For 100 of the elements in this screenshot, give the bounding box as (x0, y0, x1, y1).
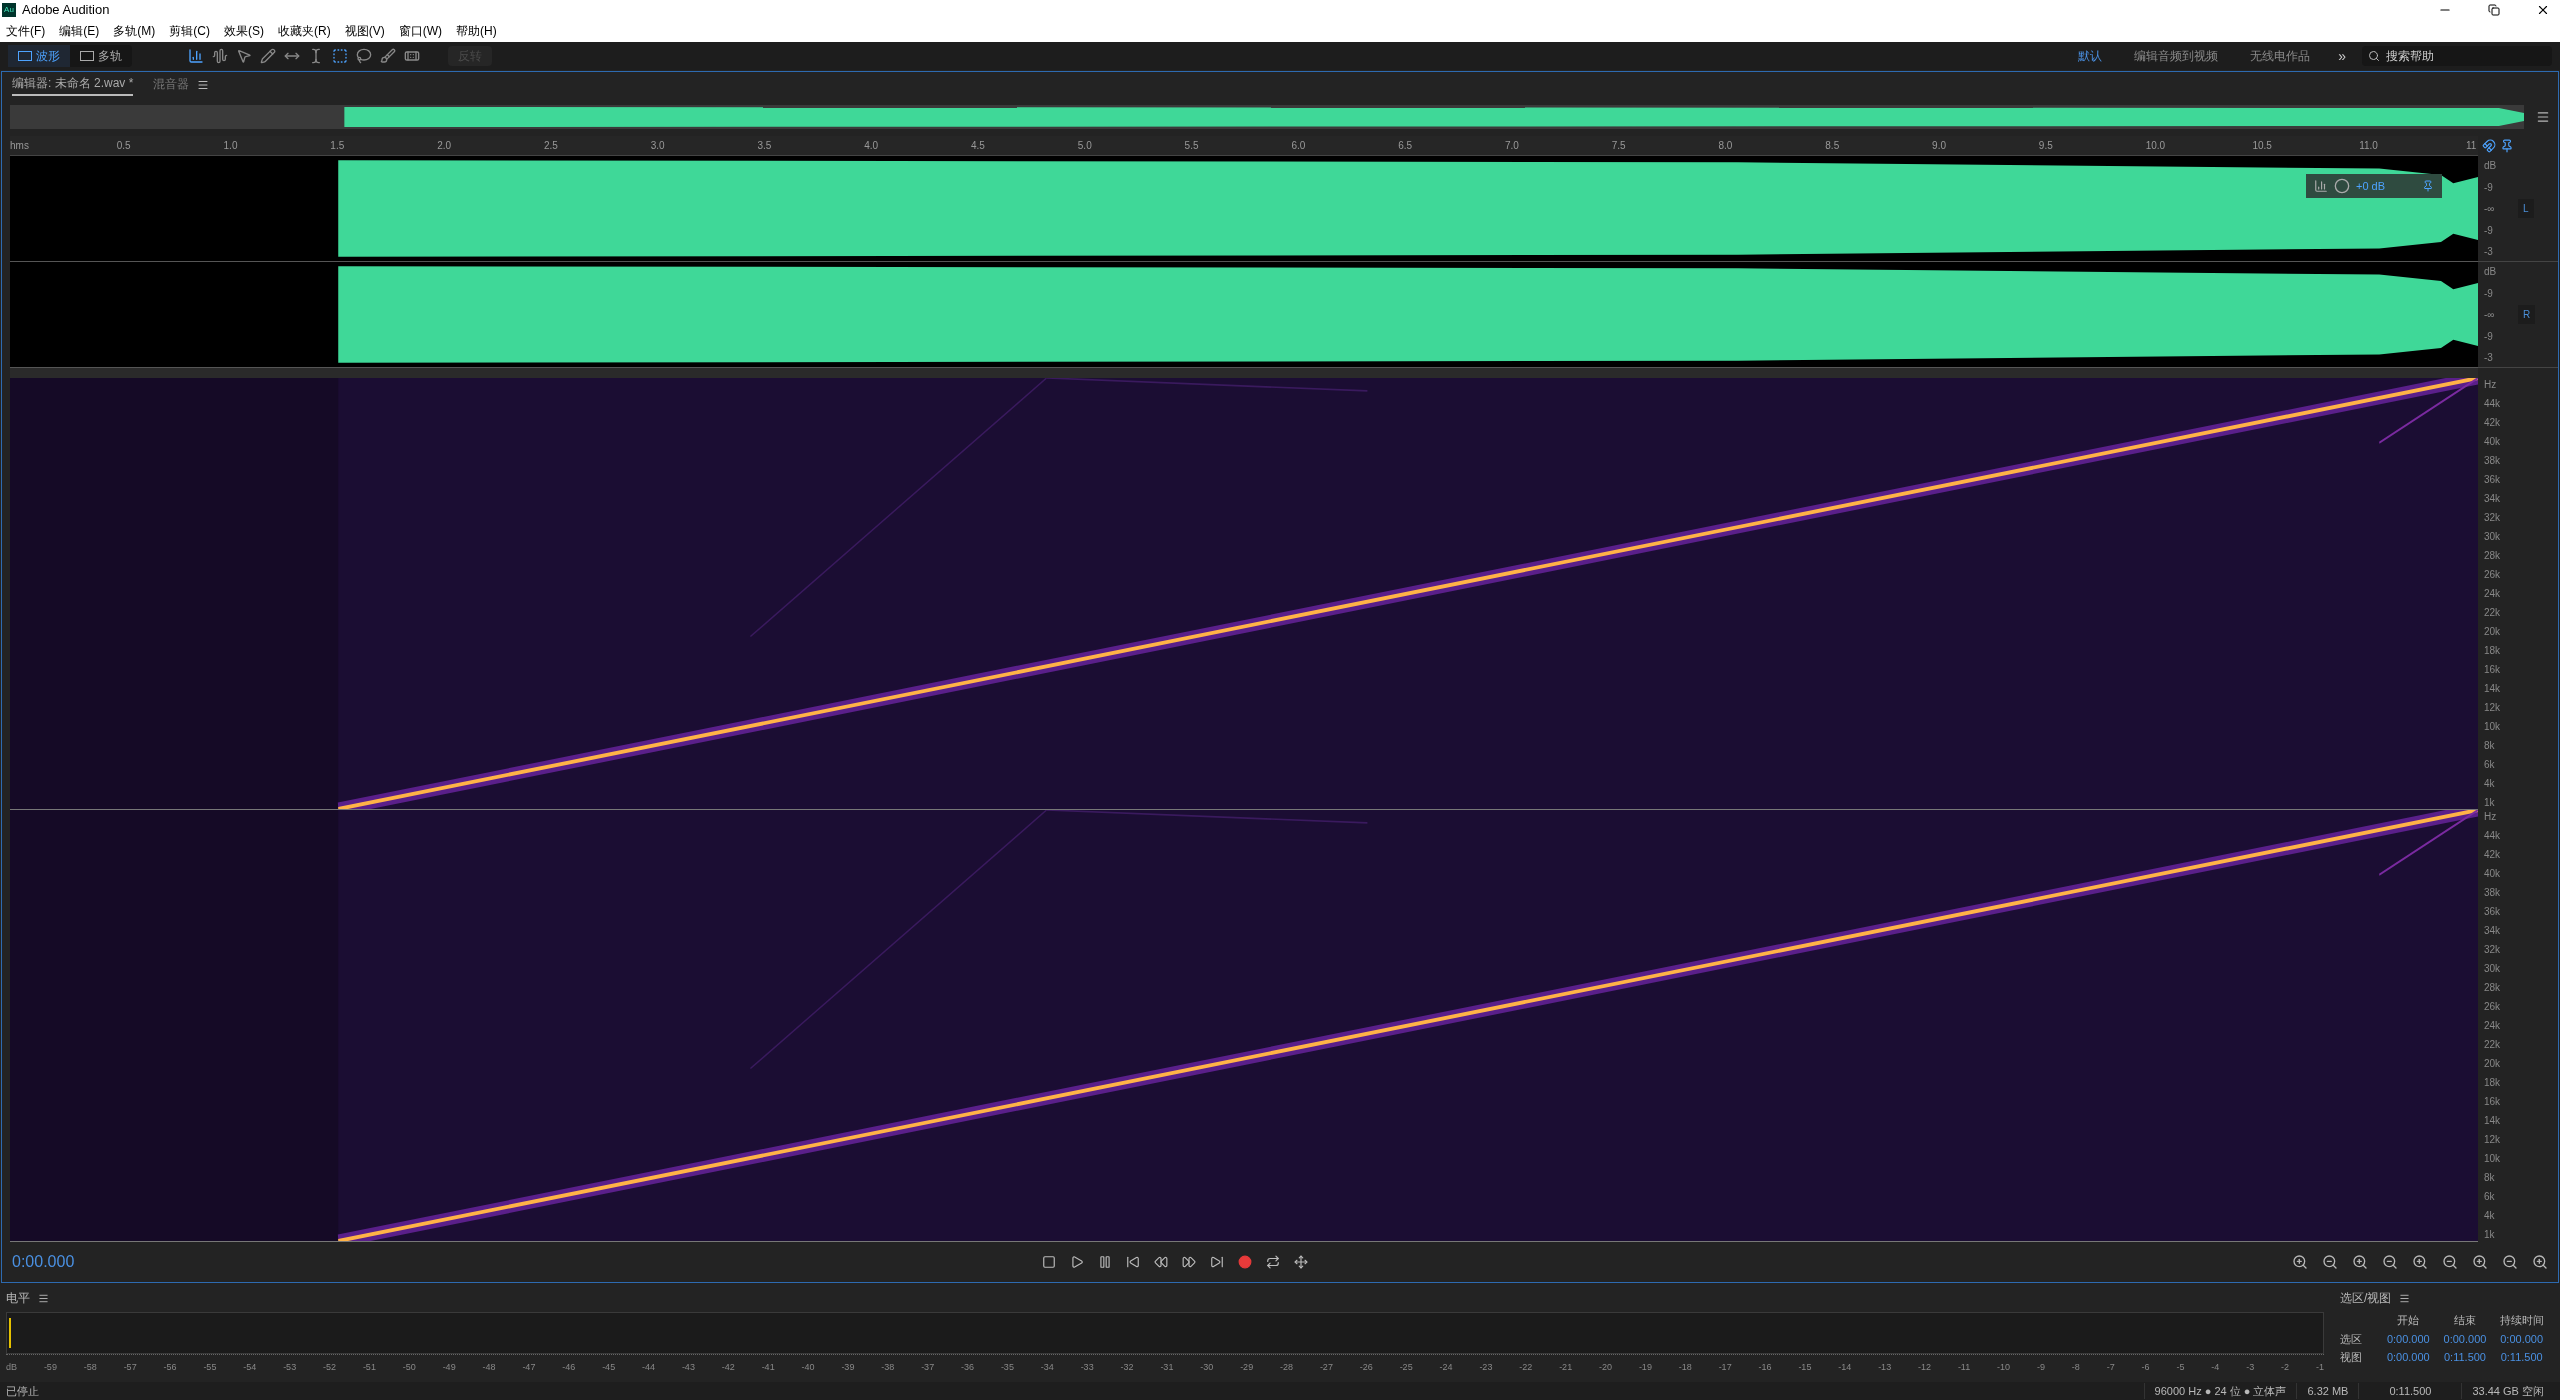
db-scale-label: -9 (2484, 223, 2494, 238)
time-field[interactable]: 0:00.000 (2380, 1330, 2437, 1347)
ruler-label: 7.0 (1504, 139, 1520, 153)
menu-item[interactable]: 窗口(W) (398, 22, 442, 40)
zoom-in-icon[interactable] (2532, 1254, 2548, 1270)
close-icon[interactable] (2536, 3, 2550, 17)
ruler-label: 2.0 (437, 139, 453, 153)
ruler-label: 5.5 (1184, 139, 1200, 153)
frequency-label: 30k (2484, 532, 2502, 542)
panel-tab[interactable]: 混音器 (153, 75, 190, 95)
meter-tick-label: -1 (2315, 1361, 2324, 1374)
meter-tick-label: -59 (43, 1361, 57, 1374)
spectral-display-icon[interactable] (188, 48, 204, 64)
restore-icon[interactable] (2488, 4, 2500, 16)
frequency-label: 8k (2484, 741, 2496, 751)
view-tab[interactable]: 多轨 (70, 45, 132, 67)
panel-menu-icon[interactable] (38, 1292, 49, 1304)
menu-item[interactable]: 剪辑(C) (169, 22, 210, 40)
marquee-icon[interactable] (332, 48, 348, 64)
meter-tick-label: -38 (881, 1361, 895, 1374)
menu-item[interactable]: 帮助(H) (456, 22, 497, 40)
move-tool-icon[interactable] (236, 48, 252, 64)
search-field[interactable]: 搜索帮助 (2362, 46, 2552, 66)
gain-value[interactable]: +0 dB (2356, 177, 2416, 195)
frequency-label: 24k (2484, 1021, 2502, 1031)
meter-tick-label: -30 (1200, 1361, 1214, 1374)
meter-tick-label: -53 (283, 1361, 297, 1374)
zoom-out-icon[interactable] (2382, 1254, 2398, 1270)
frequency-label: 38k (2484, 456, 2502, 466)
ruler-label: 9.5 (2038, 139, 2054, 153)
brush-icon[interactable] (380, 48, 396, 64)
audio-format: 96000 Hz ● 24 位 ● 立体声 (2143, 1382, 2297, 1400)
channel-badge[interactable]: R (2518, 305, 2536, 324)
status-text: 已停止 (6, 1383, 39, 1399)
meter-tick-label: -45 (602, 1361, 616, 1374)
volume-knob-icon[interactable] (2334, 178, 2350, 194)
workspace-tab[interactable]: 编辑音频到视频 (2122, 47, 2231, 65)
stop-icon[interactable] (1042, 1255, 1056, 1269)
meter-tick-label: -39 (841, 1361, 855, 1374)
frequency-label: 20k (2484, 1059, 2502, 1069)
zoom-out-icon[interactable] (2322, 1254, 2338, 1270)
frequency-label: 6k (2484, 1192, 2496, 1202)
meter-tick-label: -22 (1519, 1361, 1533, 1374)
panel-menu-icon[interactable] (197, 79, 210, 91)
menu-item[interactable]: 收藏夹(R) (278, 22, 331, 40)
panel-menu-icon[interactable] (2399, 1292, 2411, 1304)
pin-icon[interactable] (2422, 180, 2434, 192)
time-field[interactable]: 0:00.000 (2436, 1330, 2494, 1347)
zoom-in-icon[interactable] (2292, 1254, 2308, 1270)
zoom-in-icon[interactable] (2472, 1254, 2488, 1270)
zoom-out-icon[interactable] (2502, 1254, 2518, 1270)
ruler-label: 10.5 (2252, 139, 2273, 153)
panel-tab[interactable]: 编辑器: 未命名 2.wav * (12, 74, 134, 96)
meter-tick-label: -15 (1798, 1361, 1812, 1374)
meter-tick-label: -49 (442, 1361, 456, 1374)
marker-pin-icon[interactable] (2500, 139, 2514, 153)
time-field[interactable]: 0:00.000 (2493, 1330, 2550, 1347)
view-tab[interactable]: 波形 (8, 45, 70, 67)
meter-tick-label: -16 (1758, 1361, 1772, 1374)
ruler-label: 7.5 (1611, 139, 1627, 153)
record-icon[interactable] (1238, 1255, 1252, 1269)
healing-brush-icon[interactable] (404, 48, 420, 64)
hud-volume-control[interactable]: +0 dB (2306, 174, 2442, 198)
ruler-label: 11.0 (2359, 139, 2379, 153)
menu-item[interactable]: 视图(V) (344, 22, 385, 40)
meter-tick-label: -56 (163, 1361, 177, 1374)
channel-badge[interactable]: L (2518, 199, 2534, 218)
waveform-display-icon[interactable] (212, 48, 228, 64)
frequency-label: 10k (2484, 1154, 2502, 1164)
time-field[interactable]: 0:00.000 (2380, 1349, 2437, 1366)
more-workspaces-button[interactable]: » (2330, 45, 2354, 67)
ruler-label: 4.5 (971, 139, 986, 153)
time-field[interactable]: 0:11.500 (2493, 1349, 2550, 1366)
overview-menu-icon[interactable] (2536, 110, 2550, 124)
menu-item[interactable]: 效果(S) (224, 22, 264, 40)
menu-item[interactable]: 文件(F) (6, 22, 46, 40)
db-scale-label: -∞ (2484, 202, 2496, 216)
meter-tick-label: -3 (2246, 1361, 2255, 1374)
lasso-icon[interactable] (356, 48, 372, 64)
skip-forward-icon[interactable] (1210, 1255, 1224, 1269)
meter-tick-label: -48 (482, 1361, 496, 1374)
rewind-icon[interactable] (1154, 1255, 1168, 1269)
workspace-tab[interactable]: 默认 (2066, 47, 2115, 65)
meter-tick-label: -26 (1359, 1361, 1373, 1374)
menu-item[interactable]: 编辑(E) (59, 22, 100, 40)
zoom-out-icon[interactable] (2442, 1254, 2458, 1270)
db-scale-label: -9 (2484, 329, 2494, 344)
loop-icon[interactable] (1266, 1255, 1280, 1269)
zoom-in-icon[interactable] (2352, 1254, 2368, 1270)
fast-forward-icon[interactable] (1182, 1255, 1196, 1269)
play-icon[interactable] (1070, 1255, 1084, 1269)
workspace-tab[interactable]: 无线电作品 (2238, 47, 2323, 65)
pause-icon[interactable] (1098, 1255, 1112, 1269)
meter-tick-label: -51 (362, 1361, 376, 1374)
time-field[interactable]: 0:11.500 (2436, 1349, 2494, 1366)
skip-back-icon[interactable] (1126, 1255, 1140, 1269)
menu-item[interactable]: 多轨(M) (113, 22, 156, 40)
snap-icon[interactable] (2482, 139, 2496, 153)
zoom-in-icon[interactable] (2412, 1254, 2428, 1270)
meter-tick-label: -6 (2141, 1361, 2150, 1374)
